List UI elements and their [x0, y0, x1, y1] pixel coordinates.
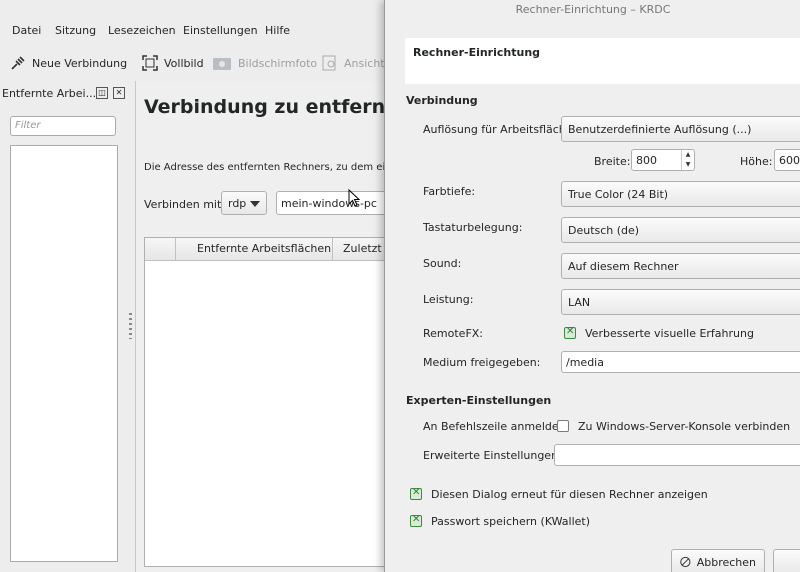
resolution-label: Auflösung für Arbeitsfläche: [423, 123, 577, 136]
new-connection-button[interactable]: Neue Verbindung [10, 55, 127, 71]
camera-icon [213, 58, 231, 70]
width-spinbox[interactable]: 800 ▲ ▼ [631, 149, 695, 171]
sound-select[interactable]: Auf diesem Rechner [561, 253, 800, 279]
menu-einstellungen[interactable]: Einstellungen [183, 24, 258, 37]
color-depth-select[interactable]: True Color (24 Bit) [561, 181, 800, 207]
host-config-dialog: Rechner-Einrichtung – KRDC Rechner-Einri… [384, 0, 800, 572]
performance-label: Leistung: [423, 293, 474, 306]
keyboard-select[interactable]: Deutsch (de) [561, 217, 800, 243]
plug-icon [11, 56, 25, 70]
view-icon [322, 55, 336, 71]
address-input[interactable]: mein-windows-pc [276, 191, 396, 215]
height-value: 600 [779, 154, 800, 167]
float-panel-icon[interactable]: ◫ [96, 87, 108, 99]
cancel-icon [680, 556, 691, 568]
save-password-checkbox[interactable] [410, 514, 422, 527]
height-spinbox[interactable]: 600 [774, 149, 800, 171]
screenshot-button[interactable]: Bildschirmfoto [212, 55, 317, 71]
cancel-label: Abbrechen [696, 555, 756, 569]
resolution-select[interactable]: Benutzerdefinierte Auflösung (...) [561, 116, 800, 142]
share-label: Medium freigegeben: [423, 356, 541, 369]
dialog-header: Rechner-Einrichtung [413, 46, 541, 59]
share-input[interactable]: /media [561, 351, 800, 373]
remote-desktop-tree[interactable] [10, 145, 118, 562]
splitter-handle[interactable] [129, 313, 132, 339]
fullscreen-button[interactable]: Vollbild [142, 55, 204, 71]
console-label: An Befehlszeile anmelden: [423, 420, 570, 433]
spin-arrows-icon[interactable]: ▲ ▼ [681, 150, 694, 170]
remotefx-checkbox[interactable] [564, 326, 576, 339]
fullscreen-icon [142, 55, 158, 71]
ok-button[interactable] [773, 549, 800, 572]
dialog-title: Rechner-Einrichtung – KRDC [515, 3, 671, 16]
extra-settings-label: Erweiterte Einstellungen [423, 449, 559, 462]
description-text: Die Adresse des entfernten Rechners, zu … [144, 162, 408, 173]
toolbar: Neue Verbindung Vollbild Bildschirmfoto … [0, 47, 390, 77]
menu-lesezeichen[interactable]: Lesezeichen [108, 24, 176, 37]
console-option-label[interactable]: Zu Windows-Server-Konsole verbinden [578, 420, 790, 433]
menu-sitzung[interactable]: Sitzung [55, 24, 96, 37]
new-connection-label: Neue Verbindung [32, 56, 128, 70]
column-remote-desktops[interactable]: Entfernte Arbeitsflächen [197, 242, 331, 255]
performance-select[interactable]: LAN [561, 289, 800, 315]
filter-input[interactable]: Filter [10, 116, 116, 136]
height-label: Höhe: [740, 155, 773, 168]
section-connection: Verbindung [406, 94, 478, 107]
color-depth-label: Farbtiefe: [423, 185, 476, 198]
save-password-label[interactable]: Passwort speichern (KWallet) [431, 515, 590, 528]
close-panel-icon[interactable]: ✕ [113, 87, 125, 99]
remotefx-label: RemoteFX: [423, 327, 484, 340]
sound-label: Sound: [423, 257, 462, 270]
view-button[interactable]: Ansichts [322, 55, 390, 71]
menubar: Datei Sitzung Lesezeichen Einstellungen … [0, 18, 384, 44]
show-again-label[interactable]: Diesen Dialog erneut für diesen Rechner … [431, 488, 708, 501]
protocol-select[interactable]: rdp [221, 191, 267, 215]
remote-desktop-table[interactable] [144, 237, 388, 567]
cancel-button[interactable]: Abbrechen [671, 549, 765, 572]
mouse-cursor-icon [348, 189, 360, 207]
console-checkbox[interactable] [557, 420, 569, 432]
keyboard-label: Tastaturbelegung: [423, 221, 523, 234]
page-title: Verbindung zu entfernten [144, 96, 421, 118]
screenshot-label: Bildschirmfoto [238, 56, 318, 70]
panel-title: Entfernte Arbei... [2, 87, 97, 100]
menu-hilfe[interactable]: Hilfe [265, 24, 290, 37]
section-expert: Experten-Einstellungen [406, 394, 552, 407]
table-header: Entfernte Arbeitsflächen Zuletzt v [145, 238, 392, 261]
remotefx-option-label[interactable]: Verbesserte visuelle Erfahrung [585, 327, 754, 340]
fullscreen-label: Vollbild [164, 56, 204, 70]
width-value: 800 [636, 154, 657, 167]
dialog-header-box [405, 38, 800, 84]
width-label: Breite: [594, 155, 631, 168]
show-again-checkbox[interactable] [410, 487, 422, 500]
menu-datei[interactable]: Datei [12, 24, 41, 37]
extra-settings-input[interactable] [554, 444, 800, 466]
connect-label: Verbinden mit: [144, 198, 225, 211]
